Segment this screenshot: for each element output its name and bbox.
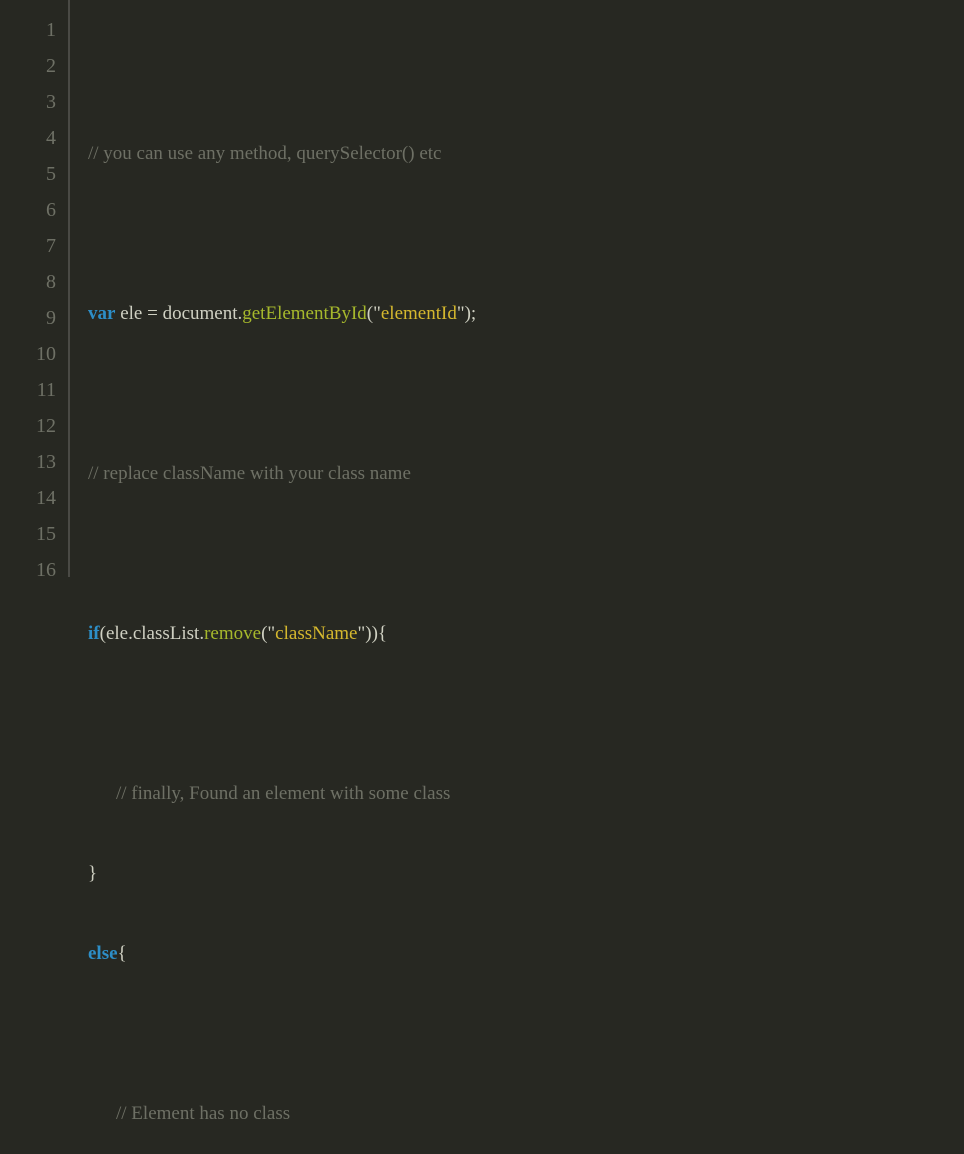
identifier-token: ele [120,303,142,324]
line-number: 6 [0,192,56,228]
line-number: 10 [0,336,56,372]
comment-token: // replace className with your class nam… [88,463,411,484]
comment-token: // finally, Found an element with some c… [116,783,450,804]
comment-token: // you can use any method, querySelector… [88,143,442,164]
code-line: // you can use any method, querySelector… [88,136,964,172]
function-token: getElementById [242,303,367,324]
code-line: // finally, Found an element with some c… [88,776,964,812]
line-number: 3 [0,84,56,120]
code-line: var ele = document.getElementById("eleme… [88,296,964,332]
line-number: 4 [0,120,56,156]
code-line: else{ [88,936,964,972]
line-number: 13 [0,444,56,480]
identifier-token: classList [133,623,200,644]
quote-token: " [357,623,365,644]
code-line [88,216,964,252]
line-number: 1 [0,12,56,48]
comment-token: // Element has no class [116,1103,290,1124]
line-number: 9 [0,300,56,336]
code-line [88,56,964,92]
quote-token: " [373,303,381,324]
keyword-token: var [88,303,115,324]
operator-token: = [142,303,162,324]
code-line: } [88,856,964,892]
string-token: className [275,623,357,644]
line-number: 12 [0,408,56,444]
line-number: 7 [0,228,56,264]
code-editor-area[interactable]: // you can use any method, querySelector… [70,0,964,577]
line-number: 16 [0,552,56,588]
code-line [88,1016,964,1052]
line-number: 8 [0,264,56,300]
line-number: 11 [0,372,56,408]
line-number: 14 [0,480,56,516]
punct-token: )){ [365,623,387,644]
code-line: // Element has no class [88,1096,964,1132]
keyword-token: else [88,943,118,964]
brace-token: } [88,863,97,884]
code-line [88,376,964,412]
quote-token: " [457,303,465,324]
brace-token: { [118,943,127,964]
quote-token: " [267,623,275,644]
keyword-token: if [88,623,100,644]
line-number: 5 [0,156,56,192]
line-number: 15 [0,516,56,552]
punct-token: ); [465,303,477,324]
code-line: // replace className with your class nam… [88,456,964,492]
code-line: if(ele.classList.remove("className")){ [88,616,964,652]
line-number-gutter: 1 2 3 4 5 6 7 8 9 10 11 12 13 14 15 16 [0,0,70,577]
code-line [88,536,964,572]
line-number: 2 [0,48,56,84]
identifier-token: ele [106,623,128,644]
code-line [88,696,964,732]
function-token: remove [204,623,261,644]
identifier-token: document [163,303,238,324]
string-token: elementId [381,303,457,324]
